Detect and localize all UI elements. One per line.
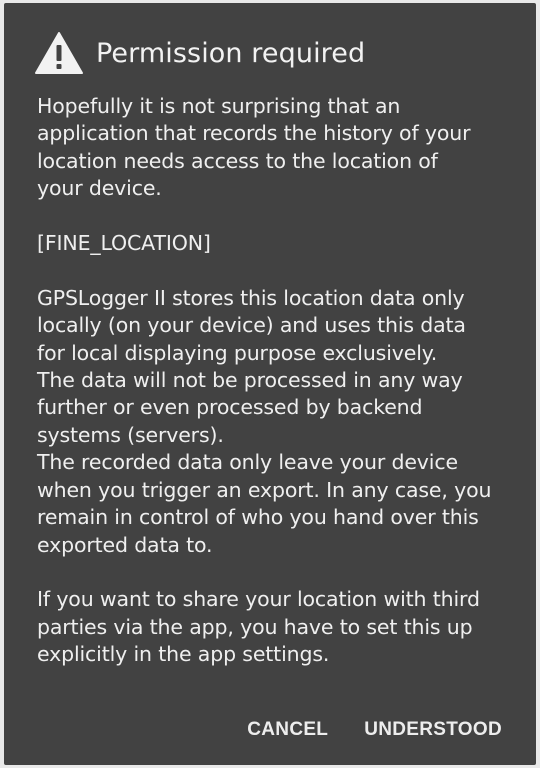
dialog-actions: CANCEL UNDERSTOOD bbox=[247, 711, 502, 749]
dialog-title: Permission required bbox=[96, 37, 366, 69]
dialog-message: Hopefully it is not surprising that an a… bbox=[37, 94, 492, 667]
warning-icon bbox=[34, 31, 84, 75]
dialog-header: Permission required bbox=[34, 29, 365, 77]
understood-button[interactable]: UNDERSTOOD bbox=[364, 711, 502, 749]
permission-dialog: Permission required Hopefully it is not … bbox=[4, 3, 536, 765]
cancel-button[interactable]: CANCEL bbox=[247, 711, 328, 749]
